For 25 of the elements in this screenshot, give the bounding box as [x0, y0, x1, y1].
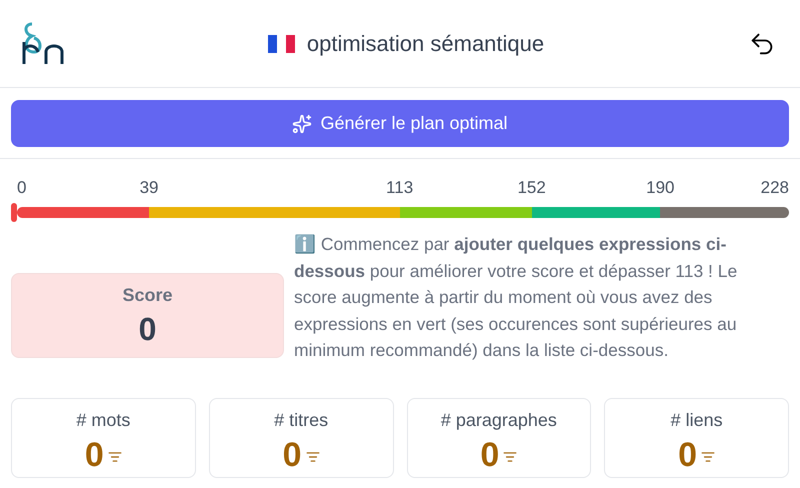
scale-tick-label: 190	[646, 177, 675, 199]
generate-plan-button[interactable]: Générer le plan optimal	[11, 100, 789, 147]
scale-tick-label: 0	[17, 177, 26, 199]
sort-icon	[108, 450, 122, 464]
scale-tick-label: 228	[760, 177, 789, 199]
sort-icon	[503, 450, 518, 464]
scale-tick-label: 39	[140, 177, 158, 199]
score-label: Score	[122, 284, 173, 307]
info-text: ℹ Commencez par ajouter quelques expressions ci-dessous pour améliorer votre score et dépasser 113 ! Le score augmente à partir du moment où vous avez des expressions en vert (ses occurences sont supérieures au minimum recommandé) dans la liste ci-dessous.	[294, 233, 738, 362]
stat-label: # titres	[274, 408, 328, 432]
score-value: 0	[138, 310, 156, 349]
stat-label: # liens	[670, 408, 723, 432]
stat-value: 0	[480, 438, 500, 472]
sort-icon	[701, 450, 716, 464]
flag-icon	[268, 34, 295, 52]
sparkles-icon	[292, 114, 312, 134]
page-title: optimisation sémantique	[306, 30, 544, 58]
scale-tick-label: 113	[386, 177, 414, 199]
stat-value: 0	[282, 438, 302, 472]
stat-label: # mots	[76, 408, 130, 432]
stat-value: 0	[678, 438, 698, 472]
stat-label: # paragraphes	[440, 408, 557, 432]
sort-icon	[306, 450, 320, 464]
stat-value: 0	[84, 438, 104, 472]
scale-tick-label: 152	[517, 177, 546, 199]
